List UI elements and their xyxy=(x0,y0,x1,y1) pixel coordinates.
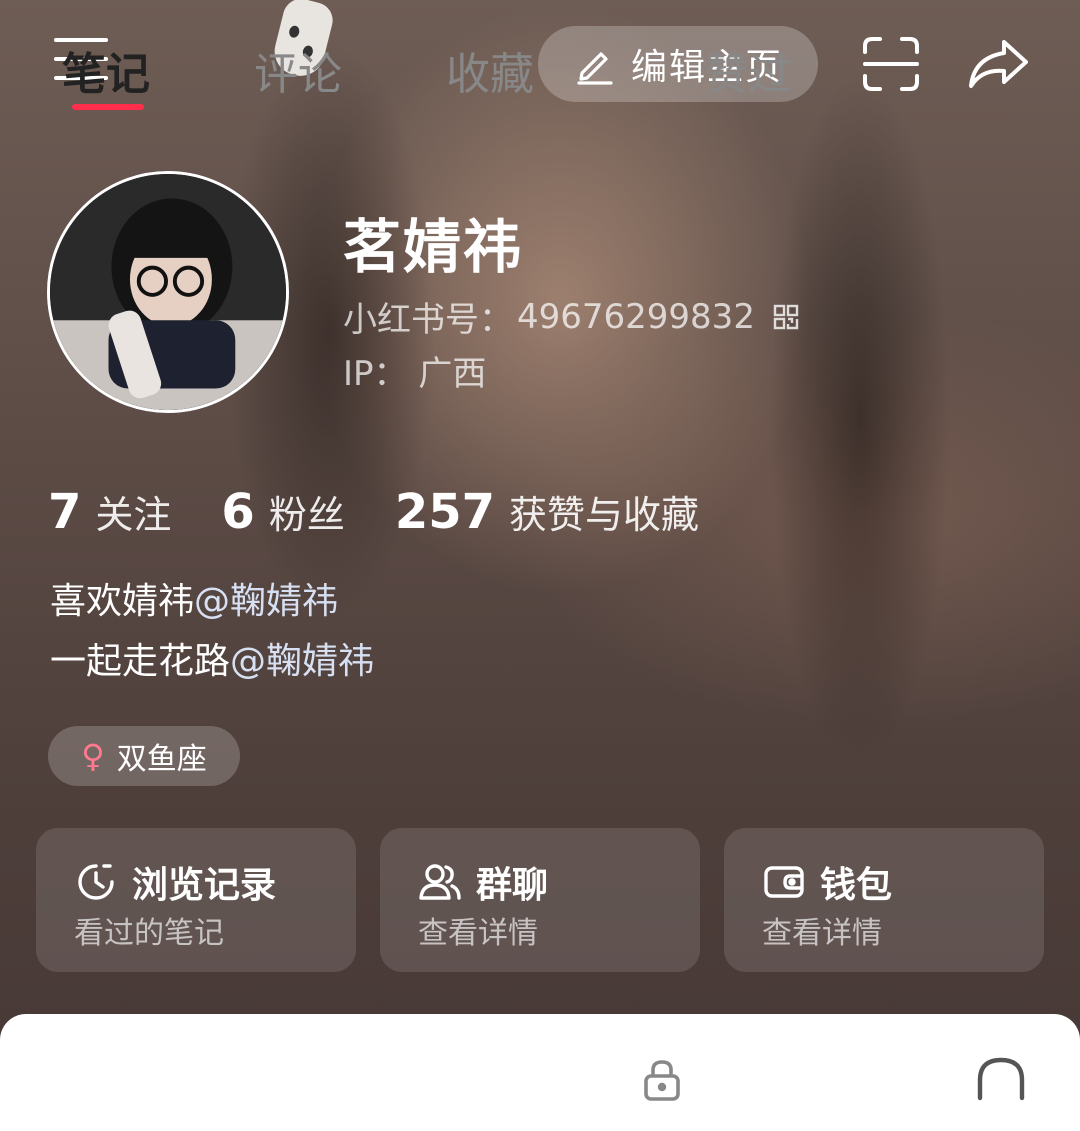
profile-bio: 喜欢婧祎@鞠婧祎 一起走花路@鞠婧祎 xyxy=(50,572,374,692)
bio-mention-link[interactable]: @鞠婧祎 xyxy=(230,641,374,682)
stat-following-label: 关注 xyxy=(95,493,172,537)
card-title: 钱包 xyxy=(820,865,893,906)
cover-photo-shade-right xyxy=(740,0,1040,900)
ip-label: IP： xyxy=(343,354,408,394)
bio-mention-link[interactable]: @鞠婧祎 xyxy=(194,581,338,622)
stat-likes-collects-count: 257 xyxy=(394,484,496,540)
card-title: 群聊 xyxy=(476,865,549,906)
stat-followers-count: 6 xyxy=(221,484,255,540)
history-clock-icon xyxy=(78,864,114,900)
qr-code-icon[interactable] xyxy=(773,304,799,330)
bio-text: 一起走花路 xyxy=(50,641,231,682)
zodiac-label: 双鱼座 xyxy=(116,742,207,777)
stat-followers-label: 粉丝 xyxy=(268,493,345,537)
card-subtitle: 查看详情 xyxy=(418,916,538,951)
wallet-icon xyxy=(764,866,804,898)
stat-followers[interactable]: 6 粉丝 xyxy=(221,484,344,540)
stat-likes-collects[interactable]: 257 获赞与收藏 xyxy=(395,484,699,540)
tab-comments[interactable]: 评论 xyxy=(254,38,342,102)
tab-collections[interactable]: 收藏 xyxy=(446,38,534,102)
zodiac-tag[interactable]: ♀ 双鱼座 xyxy=(48,726,240,786)
top-bar: 编辑主页 xyxy=(0,0,1080,130)
search-icon[interactable] xyxy=(974,1054,1028,1114)
profile-stats: 7 关注 6 粉丝 257 获赞与收藏 xyxy=(48,484,749,540)
card-subtitle: 查看详情 xyxy=(762,916,882,951)
red-id-label: 小红书号： xyxy=(343,300,513,340)
tab-liked[interactable]: 赞过 xyxy=(704,38,792,102)
red-id-value: 49676299832 xyxy=(517,296,755,337)
stat-following[interactable]: 7 关注 xyxy=(48,484,171,540)
stat-following-count: 7 xyxy=(48,484,82,540)
card-group-chat[interactable]: 群聊 查看详情 xyxy=(380,828,700,972)
share-icon[interactable] xyxy=(966,36,1030,92)
bio-text: 喜欢婧祎 xyxy=(50,581,195,622)
card-title: 浏览记录 xyxy=(132,865,277,906)
card-subtitle: 看过的笔记 xyxy=(74,916,224,951)
avatar-photo xyxy=(50,174,286,410)
scan-icon[interactable] xyxy=(862,36,920,92)
red-id-row[interactable]: 小红书号： 49676299832 xyxy=(343,292,799,341)
tab-notes[interactable]: 笔记 xyxy=(62,38,150,102)
pencil-icon xyxy=(577,52,613,85)
bio-line: 一起走花路@鞠婧祎 xyxy=(50,632,374,692)
content-tabs-panel xyxy=(0,1014,1080,1131)
ip-location: IP： 广西 xyxy=(343,346,486,395)
stat-likes-collects-label: 获赞与收藏 xyxy=(509,493,700,537)
active-tab-indicator xyxy=(72,104,144,110)
card-wallet[interactable]: 钱包 查看详情 xyxy=(724,828,1044,972)
card-browse-history[interactable]: 浏览记录 看过的笔记 xyxy=(36,828,356,972)
bio-line: 喜欢婧祎@鞠婧祎 xyxy=(50,572,374,632)
ip-value: 广西 xyxy=(418,354,487,394)
profile-name: 茗婧祎 xyxy=(343,213,524,281)
avatar[interactable] xyxy=(47,171,289,413)
female-icon: ♀ xyxy=(81,737,105,775)
lock-icon xyxy=(644,1060,680,1101)
group-chat-icon xyxy=(419,864,461,900)
